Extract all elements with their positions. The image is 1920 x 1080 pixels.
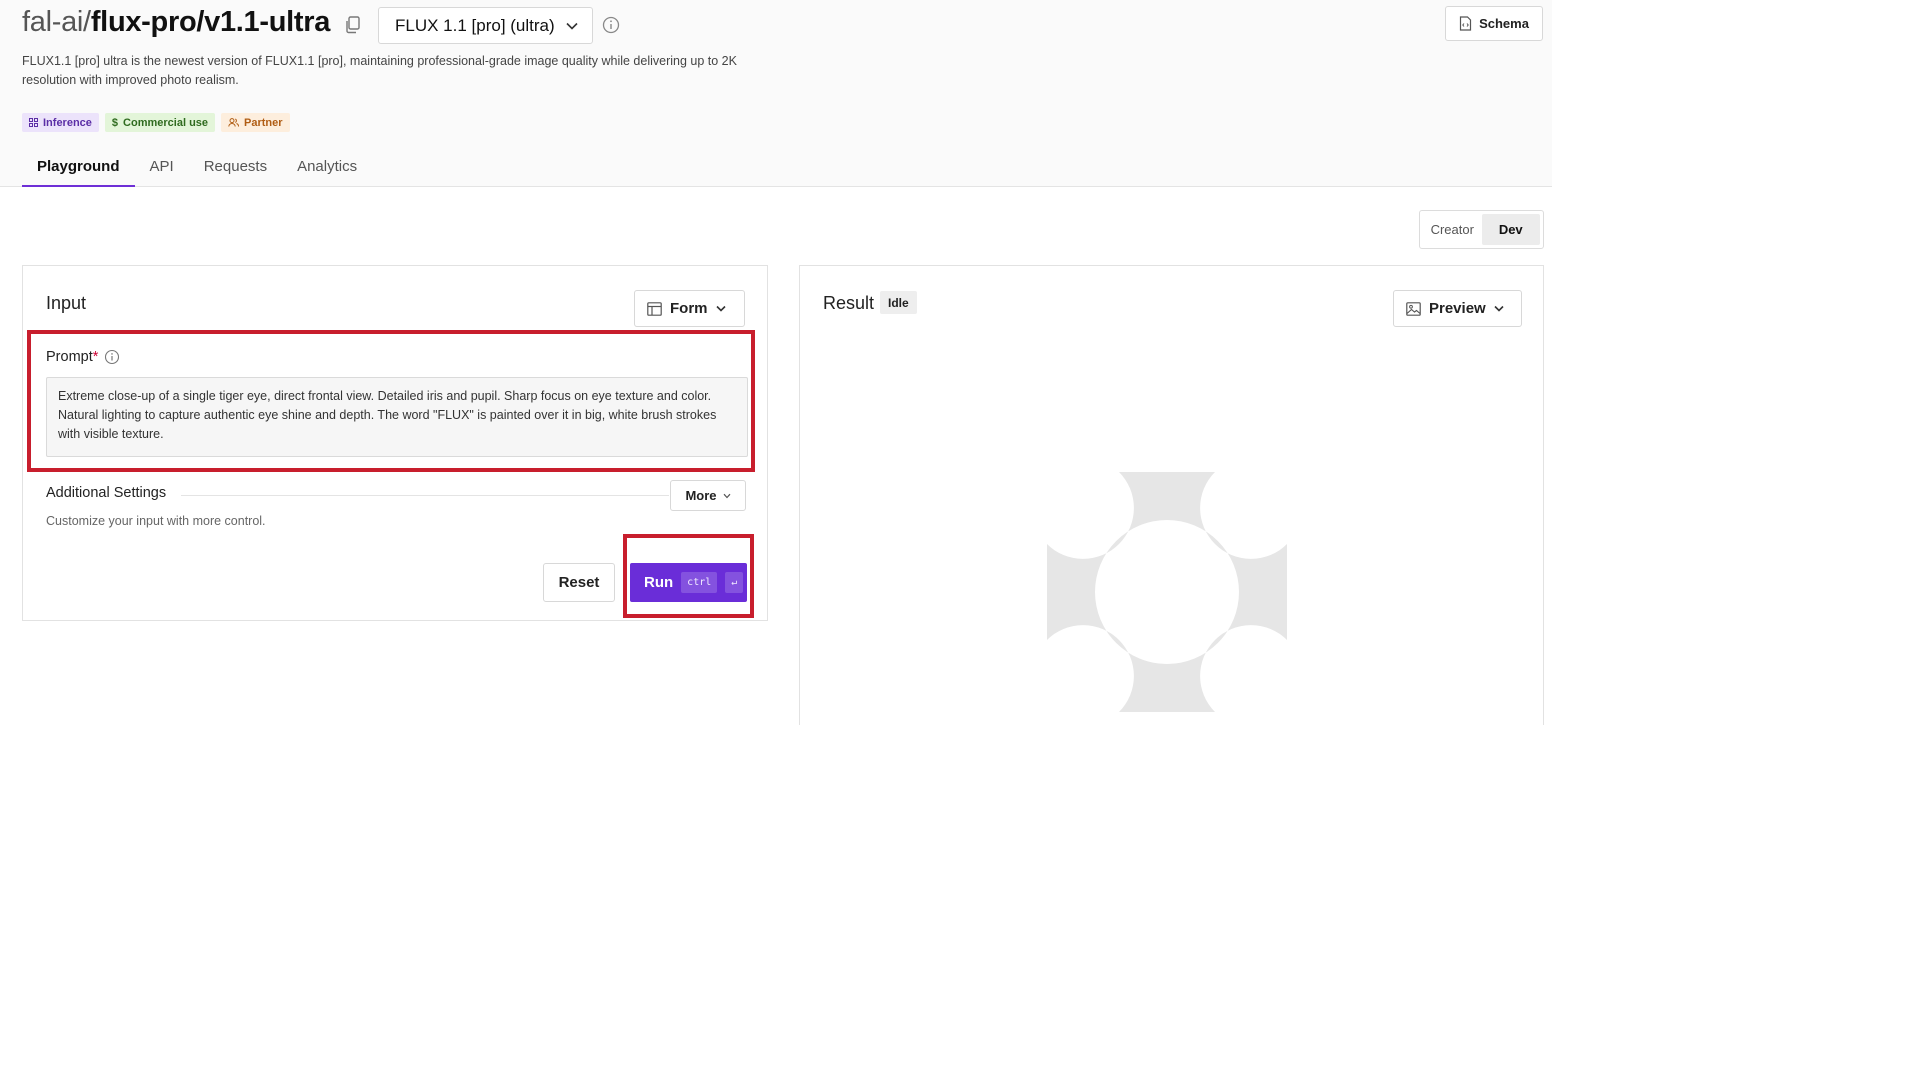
form-view-label: Form	[670, 300, 708, 317]
chevron-down-icon	[1494, 305, 1504, 312]
badge-label: Inference	[43, 116, 92, 129]
version-select[interactable]: FLUX 1.1 [pro] (ultra)	[378, 7, 593, 44]
more-settings-button[interactable]: More	[670, 480, 746, 511]
run-button-label: Run	[644, 574, 674, 591]
page-title: fal-ai/flux-pro/v1.1-ultra	[22, 6, 330, 39]
input-panel-title: Input	[46, 293, 87, 313]
model-description: FLUX1.1 [pro] ultra is the newest versio…	[22, 54, 737, 87]
preview-label: Preview	[1429, 300, 1486, 317]
fal-logo-placeholder-icon	[1047, 472, 1287, 712]
model-org: fal-ai/	[22, 6, 91, 38]
result-panel-title: Result	[823, 293, 875, 313]
preview-dropdown[interactable]: Preview	[1393, 290, 1522, 327]
mode-dev-button[interactable]: Dev	[1481, 214, 1540, 245]
mode-creator-button[interactable]: Creator	[1423, 214, 1482, 245]
prompt-label-text: Prompt	[46, 349, 93, 365]
model-header: fal-ai/flux-pro/v1.1-ultra FLUX 1.1 [pro…	[0, 0, 1552, 187]
prompt-label: Prompt*	[46, 349, 120, 365]
additional-settings-label: Additional Settings	[46, 485, 167, 501]
info-icon[interactable]	[104, 349, 120, 365]
partner-badge: Partner	[221, 113, 290, 132]
tab-analytics[interactable]: Analytics	[282, 150, 372, 187]
version-select-value: FLUX 1.1 [pro] (ultra)	[395, 15, 555, 35]
mode-toggle: Creator Dev	[1419, 210, 1544, 249]
required-mark: *	[92, 349, 99, 365]
form-view-dropdown[interactable]: Form	[634, 290, 745, 327]
additional-settings-description: Customize your input with more control.	[46, 514, 266, 528]
shortcut-ctrl-key: ctrl	[681, 572, 718, 593]
image-icon	[1406, 301, 1421, 316]
tab-playground[interactable]: Playground	[22, 150, 135, 187]
chevron-down-icon	[723, 493, 730, 498]
copy-icon[interactable]	[344, 15, 362, 35]
dollar-icon: $	[111, 116, 119, 129]
shortcut-enter-key: ↵	[725, 572, 744, 593]
chevron-down-icon	[566, 22, 578, 30]
result-panel: Result Idle Preview	[799, 265, 1544, 725]
schema-button[interactable]: Schema	[1445, 6, 1543, 41]
tab-api[interactable]: API	[135, 150, 189, 187]
layout-icon	[647, 301, 662, 316]
tab-requests[interactable]: Requests	[189, 150, 282, 187]
info-icon[interactable]	[601, 15, 621, 35]
status-badge: Idle	[880, 291, 917, 314]
users-icon	[228, 118, 240, 127]
badge-label: Partner	[244, 116, 283, 129]
reset-button[interactable]: Reset	[543, 563, 615, 602]
chevron-down-icon	[715, 305, 726, 312]
badge-label: Commercial use	[123, 116, 209, 129]
inference-badge: Inference	[22, 113, 99, 132]
divider	[181, 495, 669, 496]
commercial-use-badge: $ Commercial use	[104, 113, 216, 132]
prompt-input[interactable]: Extreme close-up of a single tiger eye, …	[46, 377, 748, 457]
input-panel: Input Form Prompt* Extreme close-up of a…	[22, 265, 768, 621]
model-name: flux-pro/v1.1-ultra	[90, 6, 331, 38]
schema-button-label: Schema	[1479, 16, 1529, 31]
file-code-icon	[1459, 16, 1472, 31]
more-settings-label: More	[685, 488, 717, 503]
grid-icon	[29, 118, 38, 127]
run-button[interactable]: Run ctrl ↵	[630, 563, 747, 602]
badge-list: Inference $ Commercial use Partner	[22, 113, 290, 132]
tab-bar: Playground API Requests Analytics	[22, 150, 372, 187]
